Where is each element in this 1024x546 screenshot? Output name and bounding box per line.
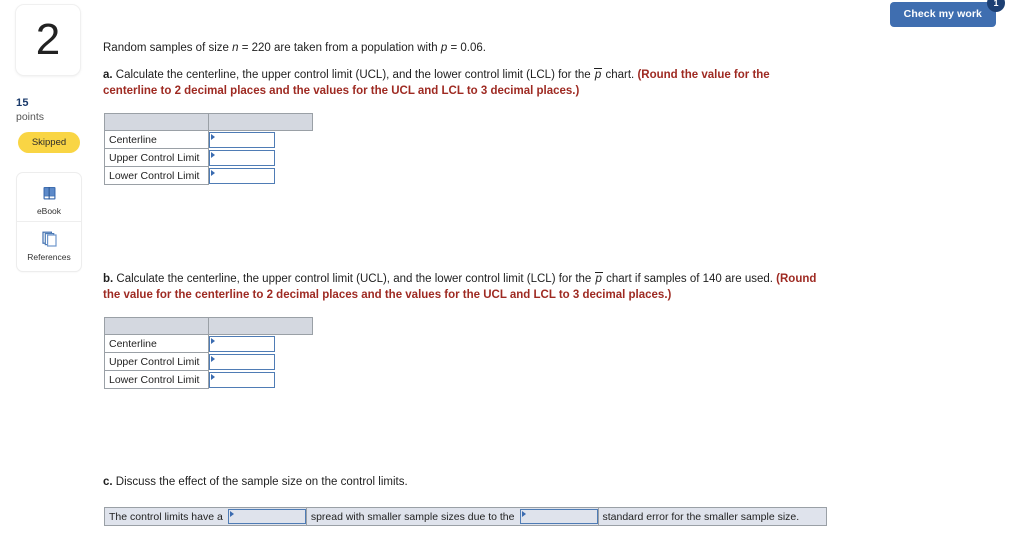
ucl-input-b[interactable] (209, 353, 275, 370)
check-my-work-button[interactable]: Check my work (889, 2, 996, 27)
table-row: Lower Control Limit (104, 166, 313, 185)
table-b-header-value (208, 317, 313, 335)
answer-table-a: Centerline Upper Control Limit Lower Con… (104, 113, 313, 185)
table-b-row-2-input-cell (209, 371, 313, 389)
part-b-pbar: p (594, 272, 603, 285)
references-label: References (27, 252, 71, 262)
points-label: points (16, 111, 45, 123)
table-row: Centerline (104, 334, 313, 353)
table-a-header-row (104, 113, 313, 131)
lcl-input-b[interactable] (209, 371, 275, 388)
part-c-label: c. (103, 476, 113, 488)
question-sidebar: 2 15 points Skipped eBook References (0, 0, 96, 546)
table-b-header-label (104, 317, 209, 335)
part-b-body-1: Calculate the centerline, the upper cont… (113, 273, 595, 285)
question-number: 2 (35, 15, 61, 64)
table-a-row-0-input-cell (209, 131, 313, 149)
centerline-input-b[interactable] (209, 335, 275, 352)
table-a-row-1-label: Upper Control Limit (104, 148, 209, 167)
centerline-input-a[interactable] (209, 131, 275, 148)
points-value: 15 (16, 97, 29, 109)
table-a-row-0-label: Centerline (104, 130, 209, 149)
table-b-row-1-label: Upper Control Limit (104, 352, 209, 371)
table-row: Upper Control Limit (104, 148, 313, 167)
table-b-row-0-label: Centerline (104, 334, 209, 353)
table-a-row-2-label: Lower Control Limit (104, 166, 209, 185)
lcl-input-a[interactable] (209, 167, 275, 184)
standard-error-dropdown[interactable] (519, 509, 598, 524)
part-a-body-2: chart. (602, 69, 638, 81)
part-c-segment-3: standard error for the smaller sample si… (602, 510, 800, 523)
ucl-input-a[interactable] (209, 149, 275, 166)
answer-table-b: Centerline Upper Control Limit Lower Con… (104, 317, 313, 389)
table-b-row-0-input-cell (209, 335, 313, 353)
intro-text: Random samples of size n = 220 are taken… (103, 40, 833, 56)
part-a-label: a. (103, 69, 113, 81)
table-row: Centerline (104, 130, 313, 149)
part-b-label: b. (103, 273, 114, 285)
part-b-body-2: chart if samples of 140 are used. (602, 273, 777, 285)
intro-prefix: Random samples of size (103, 42, 233, 54)
references-button[interactable]: References (17, 221, 81, 267)
spread-dropdown[interactable] (227, 509, 306, 524)
ebook-button[interactable]: eBook (17, 179, 81, 221)
table-a-header-value (208, 113, 313, 131)
part-c-body: Discuss the effect of the sample size on… (112, 476, 408, 488)
part-c-segment-2: spread with smaller sample sizes due to … (310, 510, 515, 523)
ebook-label: eBook (36, 206, 62, 216)
part-c-segment-1: The control limits have a (109, 510, 223, 523)
book-icon (41, 183, 58, 203)
table-b-row-1-input-cell (209, 353, 313, 371)
table-b-header-row (104, 317, 313, 335)
check-my-work-badge: 1 (987, 0, 1005, 12)
table-row: Lower Control Limit (104, 370, 313, 389)
table-b-row-2-label: Lower Control Limit (104, 370, 209, 389)
status-badge: Skipped (18, 132, 80, 153)
part-a-body-1: Calculate the centerline, the upper cont… (112, 69, 594, 81)
part-b-text: b. Calculate the centerline, the upper c… (103, 271, 823, 304)
table-a-header-label (104, 113, 209, 131)
question-number-card: 2 (16, 5, 80, 75)
part-a-text: a. Calculate the centerline, the upper c… (103, 67, 818, 100)
table-a-row-1-input-cell (209, 149, 313, 167)
pages-icon (41, 229, 58, 249)
part-c-text: c. Discuss the effect of the sample size… (103, 474, 603, 490)
resources-card: eBook References (17, 173, 81, 271)
table-a-row-2-input-cell (209, 167, 313, 185)
part-c-answer-row: The control limits have a spread with sm… (104, 507, 827, 526)
table-row: Upper Control Limit (104, 352, 313, 371)
intro-eq-p: = 0.06. (447, 42, 486, 54)
intro-eq-n: = 220 are taken from a population with (238, 42, 441, 54)
check-my-work-container: Check my work 1 (889, 0, 1005, 27)
